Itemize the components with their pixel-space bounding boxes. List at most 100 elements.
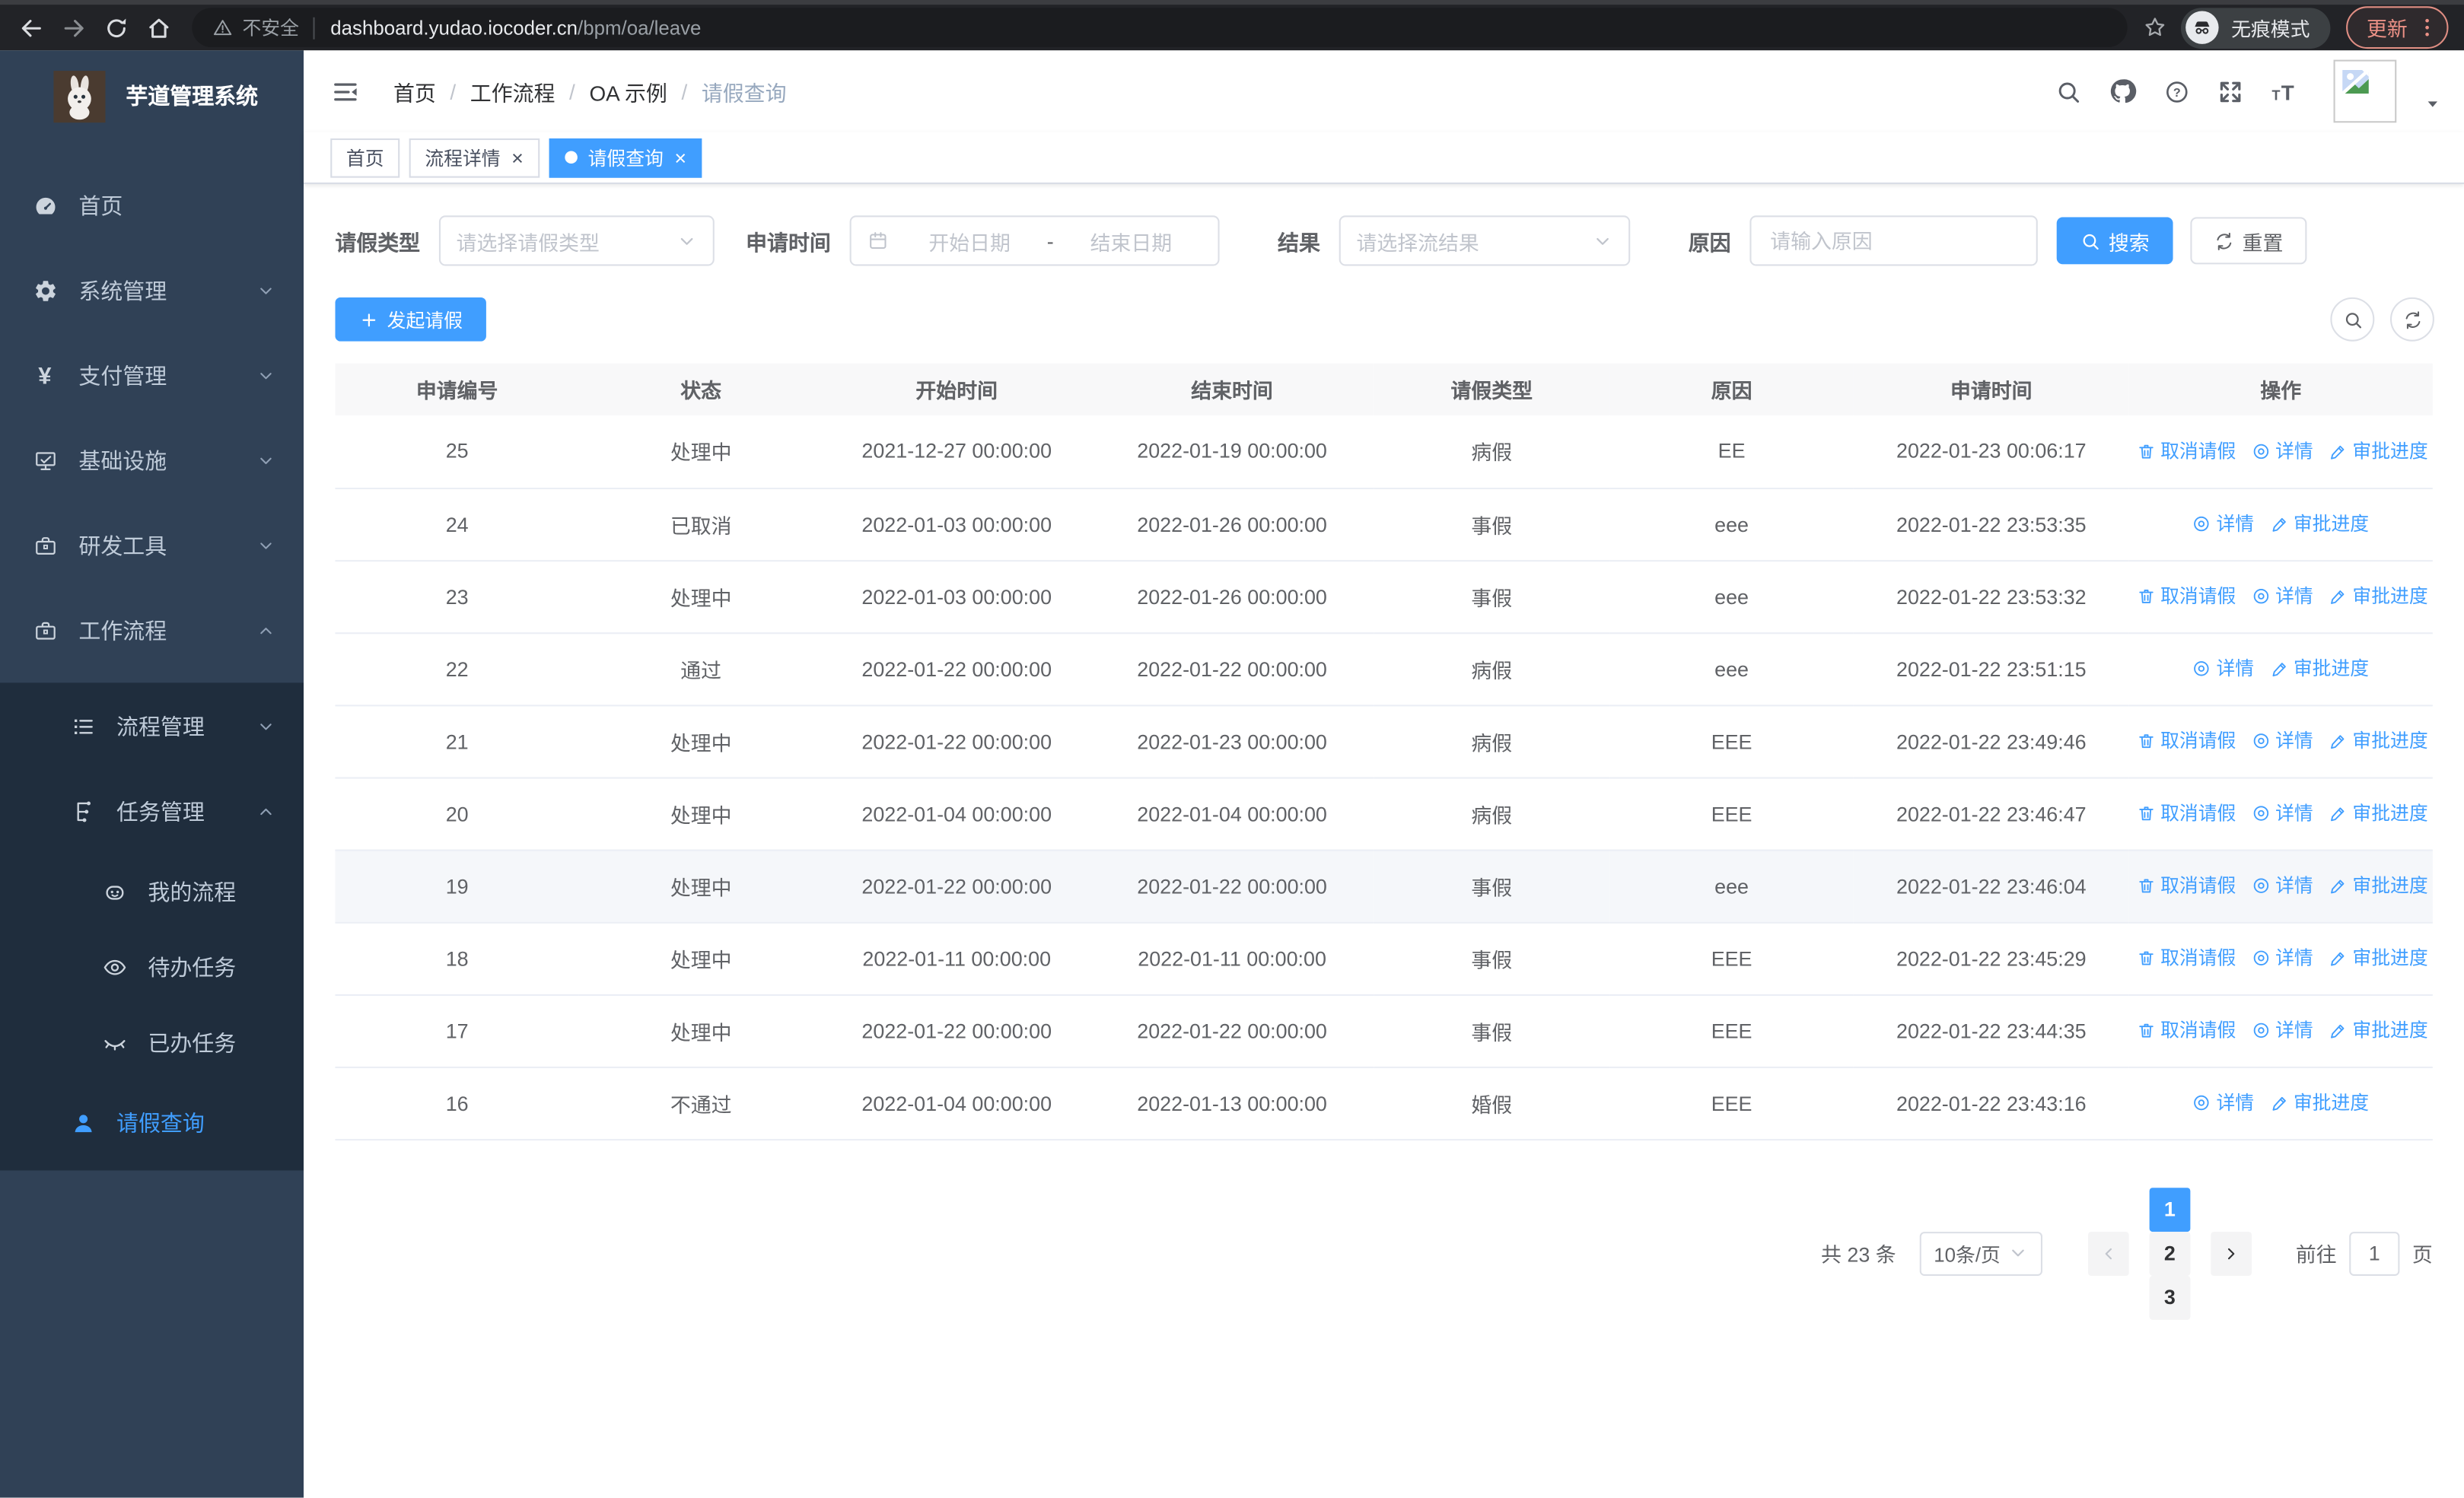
cell-end: 2022-01-26 00:00:00: [1090, 488, 1374, 561]
progress-link[interactable]: 审批进度: [2329, 583, 2428, 609]
create-leave-button[interactable]: 发起请假: [335, 297, 486, 342]
tab-close-icon[interactable]: ×: [674, 147, 686, 167]
tab-首页[interactable]: 首页: [330, 137, 400, 177]
tab-流程详情[interactable]: 流程详情 ×: [409, 137, 540, 177]
browser-back-button[interactable]: [9, 7, 52, 48]
sidebar-item-流程管理[interactable]: 流程管理: [0, 684, 304, 769]
url-path: /bpm/oa/leave: [578, 16, 702, 39]
detail-link[interactable]: 详情: [2192, 1089, 2254, 1115]
breadcrumb-item[interactable]: OA 示例: [589, 75, 667, 107]
detail-link[interactable]: 详情: [2192, 510, 2254, 536]
detail-link[interactable]: 详情: [2252, 1016, 2313, 1043]
font-size-icon[interactable]: [2271, 76, 2300, 106]
cell-status: 处理中: [578, 704, 823, 778]
fullscreen-icon[interactable]: [2217, 78, 2244, 104]
progress-link[interactable]: 审批进度: [2329, 872, 2428, 898]
sidebar-item-研发工具[interactable]: 研发工具: [0, 504, 304, 589]
sidebar-item-支付管理[interactable]: ¥ 支付管理: [0, 333, 304, 418]
avatar[interactable]: [2333, 59, 2397, 123]
kebab-menu-icon[interactable]: [2415, 16, 2439, 40]
cell-type: 事假: [1374, 849, 1610, 923]
tab-请假查询[interactable]: 请假查询 ×: [548, 137, 702, 177]
search-button[interactable]: 搜索: [2056, 217, 2173, 265]
cell-end: 2022-01-23 00:00:00: [1090, 704, 1374, 778]
cell-end: 2022-01-11 00:00:00: [1090, 921, 1374, 995]
result-select[interactable]: 请选择流结果: [1339, 215, 1631, 266]
detail-link[interactable]: 详情: [2252, 800, 2313, 826]
cell-start: 2022-01-03 00:00:00: [823, 488, 1090, 561]
trash-icon: [2137, 1020, 2156, 1039]
sidebar-item-系统管理[interactable]: 系统管理: [0, 249, 304, 334]
goto-page-input[interactable]: [2349, 1231, 2400, 1275]
detail-link[interactable]: 详情: [2252, 583, 2313, 609]
sidebar-item-label: 待办任务: [148, 955, 237, 981]
sidebar-item-工作流程[interactable]: 工作流程: [0, 588, 304, 673]
url-bar[interactable]: 不安全 dashboard.yudao.iocoder.cn /bpm/oa/l…: [192, 8, 2128, 48]
cancel-link[interactable]: 取消请假: [2137, 727, 2236, 754]
prev-page-button[interactable]: [2087, 1231, 2129, 1275]
apply-time-range[interactable]: 开始日期 - 结束日期: [849, 215, 1220, 266]
cancel-link[interactable]: 取消请假: [2137, 583, 2236, 609]
tab-close-icon[interactable]: ×: [511, 147, 524, 167]
cancel-link[interactable]: 取消请假: [2137, 437, 2236, 464]
page-button-1[interactable]: 1: [2149, 1187, 2191, 1232]
leave-type-select[interactable]: 请选择请假类型: [438, 215, 715, 266]
progress-link[interactable]: 审批进度: [2329, 727, 2428, 754]
url-divider: [313, 16, 315, 39]
cell-applied: 2022-01-22 23:53:35: [1853, 488, 2129, 561]
page-size-select[interactable]: 10条/页: [1919, 1231, 2042, 1275]
apply-time-label: 申请时间: [746, 231, 831, 255]
avatar-caret-down-icon[interactable]: [2423, 94, 2442, 113]
leave-table: 申请编号 状态 开始时间 结束时间 请假类型 原因 申请时间 操作 25 处理中 2021-12-…: [335, 363, 2433, 1140]
chevron-down-icon: [2007, 1243, 2028, 1264]
progress-link[interactable]: 审批进度: [2329, 437, 2428, 464]
goto-label: 前往: [2295, 1242, 2337, 1267]
breadcrumb-item[interactable]: 首页: [393, 75, 436, 107]
page-button-3[interactable]: 3: [2149, 1274, 2191, 1319]
search-icon[interactable]: [2055, 78, 2082, 104]
progress-link[interactable]: 审批进度: [2270, 510, 2369, 536]
cell-type: 病假: [1374, 704, 1610, 778]
cancel-link[interactable]: 取消请假: [2137, 800, 2236, 826]
progress-link[interactable]: 审批进度: [2329, 1016, 2428, 1043]
detail-link[interactable]: 详情: [2252, 872, 2313, 898]
plus-icon: [358, 309, 379, 329]
sidebar-item-我的流程[interactable]: 我的流程: [0, 854, 304, 930]
page-button-2[interactable]: 2: [2149, 1231, 2191, 1275]
cell-actions: 取消请假 详情 审批进度: [2128, 704, 2433, 778]
browser-reload-button[interactable]: [94, 7, 137, 48]
github-icon[interactable]: [2109, 77, 2137, 105]
sidebar-item-首页[interactable]: 首页: [0, 164, 304, 249]
sidebar-item-任务管理[interactable]: 任务管理: [0, 769, 304, 854]
main-area: 首页 / 工作流程 / OA 示例 / 请假查询 首页 流程详情 × 请假查询 ×: [304, 50, 2464, 1498]
browser-forward-button[interactable]: [52, 7, 94, 48]
sidebar-fold-button[interactable]: [330, 76, 360, 106]
progress-link[interactable]: 审批进度: [2329, 800, 2428, 826]
progress-link[interactable]: 审批进度: [2270, 655, 2369, 682]
next-page-button[interactable]: [2211, 1231, 2252, 1275]
bookmark-star-icon[interactable]: [2143, 16, 2166, 40]
sidebar-item-已办任务[interactable]: 已办任务: [0, 1005, 304, 1080]
sidebar-item-基础设施[interactable]: 基础设施: [0, 418, 304, 504]
progress-link[interactable]: 审批进度: [2329, 944, 2428, 971]
reason-input[interactable]: [1770, 228, 2017, 253]
progress-link[interactable]: 审批进度: [2270, 1089, 2369, 1115]
cancel-link[interactable]: 取消请假: [2137, 944, 2236, 971]
help-icon[interactable]: [2163, 78, 2190, 104]
reset-button[interactable]: 重置: [2190, 217, 2307, 265]
show-search-button[interactable]: [2330, 297, 2375, 342]
detail-link[interactable]: 详情: [2252, 437, 2313, 464]
sidebar: 芋道管理系统 首页 系统管理 ¥ 支付管理 基础设施 研发工具 工作流程 流程管理 任务管理我…: [0, 50, 304, 1498]
browser-home-button[interactable]: [137, 7, 180, 48]
cancel-link[interactable]: 取消请假: [2137, 1016, 2236, 1043]
browser-update-button[interactable]: 更新: [2346, 6, 2449, 49]
sidebar-item-待办任务[interactable]: 待办任务: [0, 930, 304, 1005]
sidebar-item-请假查询[interactable]: 请假查询: [0, 1081, 304, 1166]
breadcrumb-item[interactable]: 工作流程: [470, 75, 556, 107]
cancel-link[interactable]: 取消请假: [2137, 872, 2236, 898]
refresh-table-button[interactable]: [2389, 297, 2434, 342]
detail-link[interactable]: 详情: [2252, 727, 2313, 754]
page-content: 请假类型 请选择请假类型 申请时间 开始日期 - 结束日期 结果 请选择流结果: [304, 183, 2464, 1498]
detail-link[interactable]: 详情: [2192, 655, 2254, 682]
detail-link[interactable]: 详情: [2252, 944, 2313, 971]
